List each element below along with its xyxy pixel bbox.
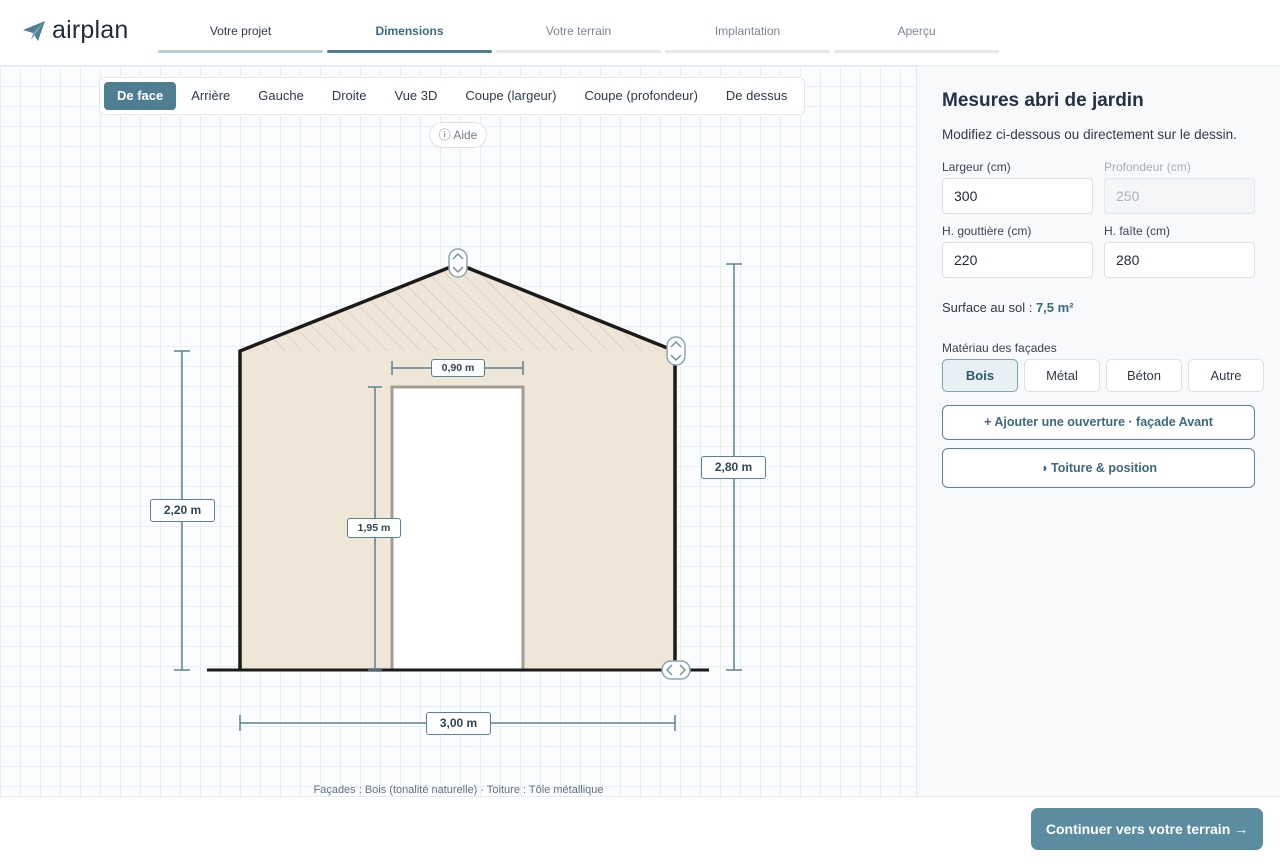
door-height-label[interactable]: 1,95 m xyxy=(347,518,401,538)
top-header: airplan Votre projet Dimensions Votre te… xyxy=(0,0,1280,66)
drawing-canvas[interactable]: De face Arrière Gauche Droite Vue 3D Cou… xyxy=(0,66,917,796)
continue-button[interactable]: Continuer vers votre terrain → xyxy=(1031,808,1263,850)
brand-logo[interactable]: airplan xyxy=(22,16,128,45)
eave-drag-handle[interactable] xyxy=(666,336,686,366)
panel-subtitle: Modifiez ci-dessous ou directement sur l… xyxy=(942,127,1237,142)
step-apercu[interactable]: Aperçu xyxy=(834,0,999,66)
roof-position-button[interactable]: ◑ Toiture & position xyxy=(942,448,1255,488)
surface-value: 7,5 m² xyxy=(1035,300,1074,315)
app: airplan Votre projet Dimensions Votre te… xyxy=(0,0,1280,859)
paper-plane-icon xyxy=(23,20,45,41)
ridge-drag-handle[interactable] xyxy=(448,248,468,278)
material-label: Matériau des façades xyxy=(942,341,1057,355)
step-label: Votre projet xyxy=(209,24,272,38)
tab-gauche[interactable]: Gauche xyxy=(245,82,317,110)
step-label: Dimensions xyxy=(375,24,444,38)
step-implantation[interactable]: Implantation xyxy=(665,0,830,66)
footer-bar: Continuer vers votre terrain → xyxy=(0,796,1280,859)
tab-coupe-profondeur[interactable]: Coupe (profondeur) xyxy=(571,82,710,110)
tab-coupe-largeur[interactable]: Coupe (largeur) xyxy=(452,82,569,110)
door-width-label[interactable]: 0,90 m xyxy=(431,359,485,377)
depth-input: 250 xyxy=(1104,178,1255,214)
tab-arriere[interactable]: Arrière xyxy=(178,82,243,110)
brand-name: airplan xyxy=(52,16,129,44)
ridge-field-label: H. faîte (cm) xyxy=(1104,224,1171,238)
material-caption: Façades : Bois (tonalité naturelle) · To… xyxy=(0,784,917,796)
step-progress-bar xyxy=(327,50,492,53)
ridge-height-label[interactable]: 2,80 m xyxy=(701,456,766,479)
tab-droite[interactable]: Droite xyxy=(319,82,380,110)
material-bois-button[interactable]: Bois xyxy=(942,359,1018,392)
view-tabs: De face Arrière Gauche Droite Vue 3D Cou… xyxy=(99,77,806,115)
depth-field-label: Profondeur (cm) xyxy=(1104,160,1191,174)
caption-text: Façades : Bois (tonalité naturelle) · To… xyxy=(313,784,604,796)
eave-height-label[interactable]: 2,20 m xyxy=(150,499,215,522)
floor-surface: Surface au sol : 7,5 m² xyxy=(942,300,1074,315)
eave-height-input[interactable]: 220 xyxy=(942,242,1093,278)
step-label: Votre terrain xyxy=(545,24,612,38)
material-selector: Bois Métal Béton Autre xyxy=(942,359,1264,392)
step-label: Aperçu xyxy=(897,24,936,38)
tab-de-face[interactable]: De face xyxy=(104,82,177,110)
width-field-label: Largeur (cm) xyxy=(942,160,1011,174)
step-progress-bar xyxy=(496,50,661,53)
tab-vue-3d[interactable]: Vue 3D xyxy=(382,82,451,110)
add-opening-button[interactable]: + Ajouter une ouverture · façade Avant xyxy=(942,405,1255,440)
step-progress-bar xyxy=(665,50,830,53)
measures-panel: Mesures abri de jardin Modifiez ci-desso… xyxy=(917,66,1280,796)
wizard-steps: Votre projet Dimensions Votre terrain Im… xyxy=(158,0,999,66)
width-drag-handle[interactable] xyxy=(661,660,691,680)
width-input[interactable]: 300 xyxy=(942,178,1093,214)
width-label[interactable]: 3,00 m xyxy=(426,712,491,735)
surface-label: Surface au sol : xyxy=(942,300,1033,315)
ridge-height-input[interactable]: 280 xyxy=(1104,242,1255,278)
step-progress-bar xyxy=(158,50,323,53)
shed-front-elevation[interactable] xyxy=(0,66,917,796)
tab-de-dessus[interactable]: De dessus xyxy=(713,82,800,110)
step-label: Implantation xyxy=(714,24,781,38)
material-metal-button[interactable]: Métal xyxy=(1024,359,1100,392)
panel-title: Mesures abri de jardin xyxy=(942,90,1144,111)
step-progress-bar xyxy=(834,50,999,53)
material-autre-button[interactable]: Autre xyxy=(1188,359,1264,392)
help-button[interactable]: ⓘ Aide xyxy=(429,122,487,148)
eave-field-label: H. gouttière (cm) xyxy=(942,224,1032,238)
step-votre-terrain[interactable]: Votre terrain xyxy=(496,0,661,66)
material-beton-button[interactable]: Béton xyxy=(1106,359,1182,392)
step-votre-projet[interactable]: Votre projet xyxy=(158,0,323,66)
step-dimensions[interactable]: Dimensions xyxy=(327,0,492,66)
door-opening[interactable] xyxy=(390,385,525,672)
